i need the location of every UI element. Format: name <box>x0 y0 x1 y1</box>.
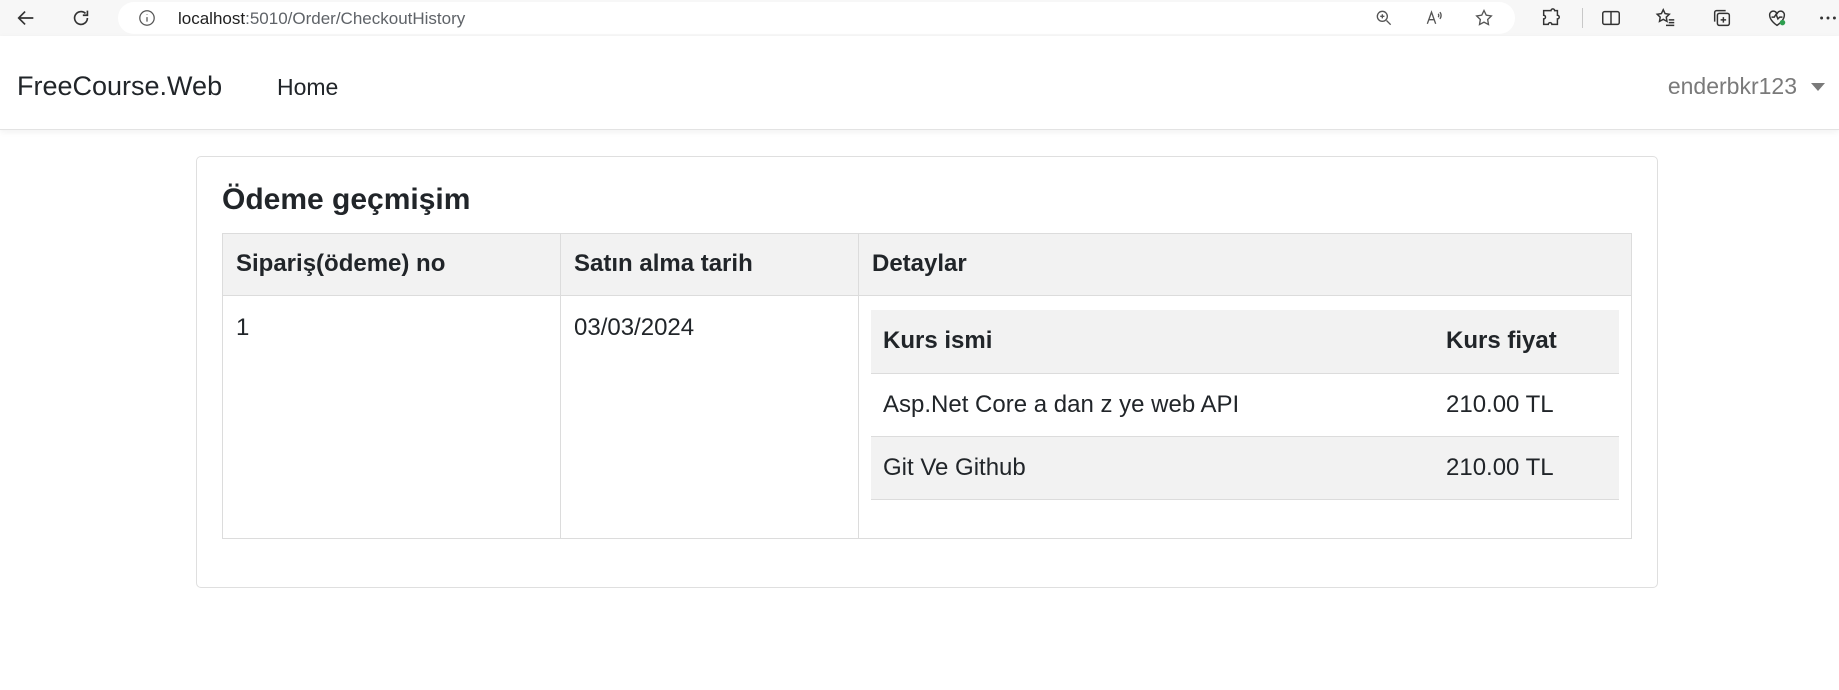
favorites-list-icon <box>1655 8 1675 27</box>
user-name: enderbkr123 <box>1667 73 1797 99</box>
collections-icon <box>1713 9 1731 27</box>
zoom-button[interactable] <box>1373 7 1395 29</box>
column-header-course-price: Kurs fiyat <box>1434 310 1619 374</box>
course-price: 210.00 TL <box>1434 436 1619 500</box>
url-path: :5010/Order/CheckoutHistory <box>245 9 466 28</box>
read-aloud-button[interactable] <box>1423 7 1445 29</box>
course-name: Asp.Net Core a dan z ye web API <box>871 373 1434 437</box>
zoom-icon <box>1376 10 1392 26</box>
column-header-course-name: Kurs ismi <box>871 310 1434 374</box>
split-screen-icon <box>1602 10 1620 26</box>
back-arrow-icon <box>17 10 34 26</box>
column-header-order-no: Sipariş(ödeme) no <box>222 233 561 296</box>
toolbar-divider <box>1582 8 1583 28</box>
app-navbar: FreeCourse.Web Home enderbkr123 <box>0 36 1839 130</box>
nav-home-link[interactable]: Home <box>277 74 338 101</box>
course-item-row: Asp.Net Core a dan z ye web API 210.00 T… <box>871 373 1619 437</box>
reload-icon <box>73 10 89 26</box>
more-dots-icon <box>1820 16 1836 20</box>
extensions-button[interactable] <box>1535 2 1567 34</box>
split-screen-button[interactable] <box>1595 2 1627 34</box>
collections-button[interactable] <box>1706 2 1738 34</box>
order-details-cell: Kurs ismi Kurs fiyat Asp.Net Core a dan … <box>858 295 1632 539</box>
checkout-history-card: Ödeme geçmişim Sipariş(ödeme) no Satın a… <box>196 156 1658 588</box>
browser-essentials-button[interactable] <box>1761 2 1793 34</box>
reload-button[interactable] <box>65 2 97 34</box>
brand-link[interactable]: FreeCourse.Web <box>17 71 222 102</box>
favorite-button[interactable] <box>1473 7 1495 29</box>
favorites-button[interactable] <box>1650 2 1682 34</box>
puzzle-icon <box>1542 8 1560 26</box>
order-items-table: Kurs ismi Kurs fiyat Asp.Net Core a dan … <box>871 310 1619 500</box>
heart-pulse-icon <box>1768 10 1786 27</box>
order-date: 03/03/2024 <box>560 295 859 539</box>
column-header-details: Detaylar <box>858 233 1632 296</box>
items-header-row: Kurs ismi Kurs fiyat <box>871 310 1619 374</box>
back-button[interactable] <box>10 2 42 34</box>
url-text[interactable]: localhost:5010/Order/CheckoutHistory <box>178 9 465 29</box>
more-menu-button[interactable] <box>1812 2 1839 34</box>
page-title: Ödeme geçmişim <box>222 183 471 216</box>
user-dropdown[interactable]: enderbkr123 <box>1668 73 1825 100</box>
star-icon <box>1475 8 1493 26</box>
course-name: Git Ve Github <box>871 436 1434 500</box>
site-info-icon[interactable] <box>138 9 156 27</box>
orders-table: Sipariş(ödeme) no Satın alma tarih Detay… <box>222 233 1632 539</box>
read-aloud-icon <box>1426 10 1442 25</box>
course-item-row: Git Ve Github 210.00 TL <box>871 436 1619 500</box>
order-id: 1 <box>222 295 561 539</box>
column-header-purchase-date: Satın alma tarih <box>560 233 859 296</box>
course-price: 210.00 TL <box>1434 373 1619 437</box>
caret-down-icon <box>1811 82 1825 91</box>
orders-header-row: Sipariş(ödeme) no Satın alma tarih Detay… <box>222 233 1632 296</box>
address-bar[interactable]: localhost:5010/Order/CheckoutHistory <box>118 2 1515 34</box>
url-host: localhost <box>178 9 246 28</box>
order-row: 1 03/03/2024 Kurs ismi Kurs fiyat Asp.Ne <box>222 295 1632 539</box>
browser-toolbar: localhost:5010/Order/CheckoutHistory <box>0 0 1839 36</box>
